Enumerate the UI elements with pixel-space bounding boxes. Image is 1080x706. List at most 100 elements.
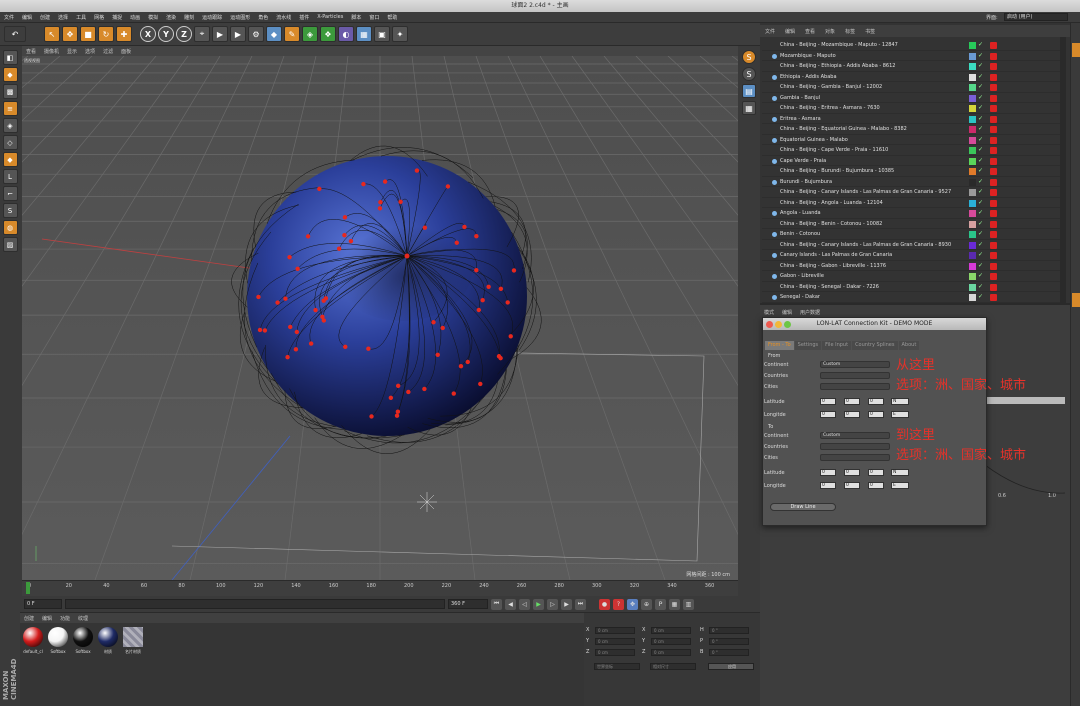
visibility-check-icon[interactable]: ✓ <box>978 135 983 145</box>
playhead[interactable] <box>26 582 30 594</box>
viewport-menu-item[interactable]: 面板 <box>121 48 131 55</box>
object-menu-item[interactable]: 文件 <box>765 28 775 35</box>
to-lon-min[interactable]: 0 <box>844 482 860 489</box>
material-menu-item[interactable]: 编辑 <box>42 615 52 622</box>
menu-item[interactable]: 雕刻 <box>184 14 194 21</box>
dialog-tab[interactable]: File Input <box>822 341 852 350</box>
visibility-check-icon[interactable]: ✓ <box>978 156 983 166</box>
from-lat-min[interactable]: 0 <box>844 398 860 405</box>
goto-end-icon[interactable]: ⏭ <box>575 598 586 610</box>
dialog-tab[interactable]: Country Splines <box>852 341 898 350</box>
viewport-menu-item[interactable]: 过滤 <box>103 48 113 55</box>
play-icon[interactable]: ▶ <box>533 598 544 610</box>
visibility-check-icon[interactable]: ✓ <box>978 40 983 50</box>
material-swatch[interactable]: Softbox <box>47 627 69 654</box>
object-row[interactable]: Ethiopia - Addis Ababa ✓ <box>762 72 1060 82</box>
tag-icon[interactable] <box>990 283 997 291</box>
visibility-check-icon[interactable]: ✓ <box>978 229 983 239</box>
visibility-check-icon[interactable]: ✓ <box>978 82 983 92</box>
tag-icon[interactable] <box>990 189 997 196</box>
menu-item[interactable]: 编辑 <box>22 14 32 21</box>
object-row[interactable]: Gabon - Libreville ✓ <box>762 271 1060 282</box>
object-row[interactable]: Senegal - Dakar ✓ <box>762 292 1060 303</box>
apply-button[interactable]: 应用 <box>708 663 754 670</box>
visibility-check-icon[interactable]: ✓ <box>978 93 983 103</box>
object-row[interactable]: Cape Verde - Praia ✓ <box>762 156 1060 166</box>
visibility-check-icon[interactable]: ✓ <box>978 261 983 271</box>
tag-icon[interactable] <box>990 220 997 228</box>
visibility-check-icon[interactable]: ✓ <box>978 72 983 82</box>
y-axis-icon[interactable]: Y <box>158 26 174 42</box>
object-row[interactable]: Benin - Cotonou ✓ <box>762 229 1060 240</box>
dialog-tab[interactable]: From - To <box>765 341 794 350</box>
object-menu-item[interactable]: 编辑 <box>785 28 795 35</box>
viewport-menu-item[interactable]: 选项 <box>85 48 95 55</box>
tag-icon[interactable] <box>990 168 997 175</box>
menu-item[interactable]: 模拟 <box>148 14 158 21</box>
to-lat-sec[interactable]: 0 <box>868 469 884 476</box>
from-countries-select[interactable] <box>820 372 890 379</box>
content-browser-icon[interactable]: ▤ <box>742 84 756 98</box>
viewport-menu-item[interactable]: 显示 <box>67 48 77 55</box>
from-lat-sec[interactable]: 0 <box>868 398 884 405</box>
array-icon[interactable]: ❖ <box>320 26 336 42</box>
menu-item[interactable]: 运动图形 <box>230 14 250 21</box>
menu-item[interactable]: X-Particles <box>317 14 343 20</box>
tag-icon[interactable] <box>990 73 997 81</box>
lock-icon[interactable]: ▨ <box>2 237 18 252</box>
pen-icon[interactable]: ✎ <box>284 26 300 42</box>
coord-system-select[interactable]: 世界坐标 <box>594 663 640 670</box>
coord-value-field[interactable]: 0 cm <box>651 649 691 656</box>
light-icon[interactable]: ✦ <box>392 26 408 42</box>
coord-value-field[interactable]: 0 cm <box>595 649 635 656</box>
object-row[interactable]: China - Beijing - Mozambique - Maputo - … <box>762 40 1060 51</box>
key-param-icon[interactable]: ▦ <box>669 598 680 610</box>
coord-value-field[interactable]: 0 cm <box>595 627 635 634</box>
tag-icon[interactable] <box>990 252 997 259</box>
zoom-light-icon[interactable] <box>784 321 791 328</box>
coord-value-field[interactable]: 0 ° <box>709 627 749 634</box>
timeline-window-icon[interactable]: ▥ <box>683 598 694 610</box>
viewport[interactable]: 透视视图 网格间距 : 100 cm <box>22 56 738 580</box>
snap-s-icon[interactable]: S <box>742 50 756 64</box>
material-swatch[interactable]: Softbox <box>72 627 94 654</box>
material-swatch[interactable]: 材质 <box>97 627 119 655</box>
key-rot-icon[interactable]: P <box>655 598 666 610</box>
from-lon-deg[interactable]: 0 <box>820 411 836 418</box>
side-tab[interactable] <box>1072 293 1080 307</box>
object-menu-item[interactable]: 查看 <box>805 28 815 35</box>
to-lon-deg[interactable]: 0 <box>820 482 836 489</box>
menu-item[interactable]: 捕捉 <box>112 14 122 21</box>
menu-item[interactable]: 帮助 <box>387 14 397 21</box>
tag-icon[interactable] <box>990 157 997 165</box>
object-row[interactable]: China - Beijing - Gabon - Libreville - 1… <box>762 261 1060 271</box>
start-frame-field[interactable]: 0 F <box>24 599 62 609</box>
deformer-icon[interactable]: ◐ <box>338 26 354 42</box>
tag-icon[interactable] <box>990 231 997 238</box>
menu-item[interactable]: 脚本 <box>351 14 361 21</box>
menu-item[interactable]: 工具 <box>76 14 86 21</box>
to-continent-select[interactable]: Custom <box>820 432 890 439</box>
menu-item[interactable]: 渲染 <box>166 14 176 21</box>
make-editable-icon[interactable]: ◧ <box>2 50 18 65</box>
material-menu-item[interactable]: 功能 <box>60 615 70 622</box>
close-light-icon[interactable] <box>766 321 773 328</box>
tag-icon[interactable] <box>990 105 997 112</box>
to-lon-dir[interactable]: E <box>891 482 909 489</box>
visibility-check-icon[interactable]: ✓ <box>978 114 983 124</box>
visibility-check-icon[interactable]: ✓ <box>978 240 983 250</box>
object-row[interactable]: China - Beijing - Angola - Luanda - 1210… <box>762 198 1060 208</box>
prev-frame-icon[interactable]: ◁ <box>519 598 530 610</box>
layout-select[interactable]: 启动 (用户) <box>1004 13 1068 21</box>
tag-icon[interactable] <box>990 210 997 217</box>
tag-icon[interactable] <box>990 63 997 70</box>
move-tool-icon[interactable]: ✥ <box>62 26 78 42</box>
object-row[interactable]: China - Beijing - Canary Islands - Las P… <box>762 187 1060 198</box>
to-lat-dir[interactable]: N <box>891 469 909 476</box>
scale-tool-icon[interactable]: ■ <box>80 26 96 42</box>
visibility-check-icon[interactable]: ✓ <box>978 145 983 155</box>
viewport-menu-item[interactable]: 摄像机 <box>44 48 59 55</box>
to-lat-deg[interactable]: 0 <box>820 469 836 476</box>
visibility-check-icon[interactable]: ✓ <box>978 198 983 208</box>
visibility-check-icon[interactable]: ✓ <box>978 282 983 292</box>
